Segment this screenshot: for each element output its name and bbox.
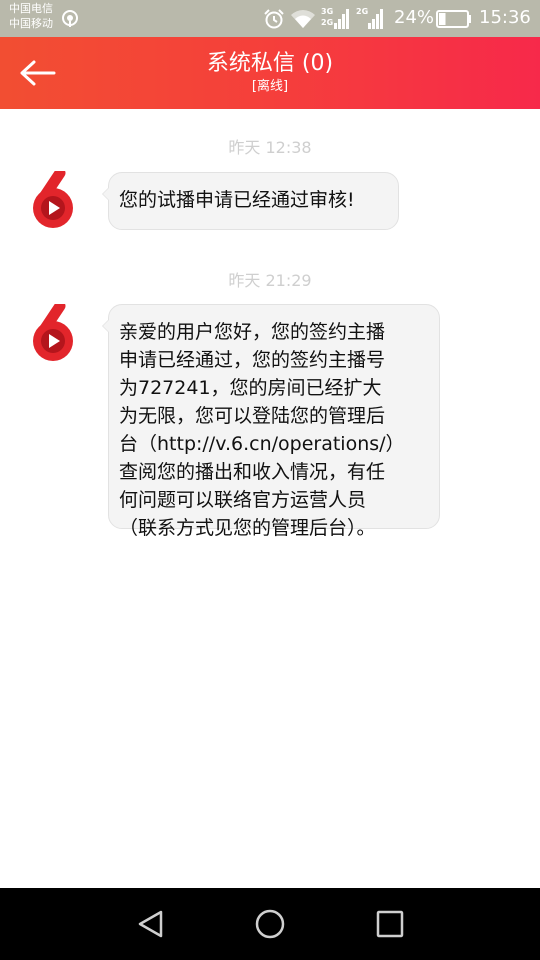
back-triangle-icon [138,910,163,938]
network-2g-label: 2G [321,18,334,27]
carrier-1: 中国电信 [9,2,53,15]
six-logo-icon [33,167,73,228]
message-timestamp: 昨天 12:38 [228,138,312,157]
sender-avatar[interactable] [30,167,76,229]
six-logo-icon [33,300,73,361]
nav-back-button[interactable] [134,906,174,942]
message-bubble[interactable]: 您的试播申请已经通过审核! [102,172,399,230]
signal-icon [368,9,383,29]
network-3g-label: 3G [321,7,334,16]
home-circle-icon [255,909,285,939]
battery-percent: 24% [394,7,435,28]
status-bar: 中国电信 中国移动 3G 2G 2G 24% 15:36 [0,0,540,37]
nav-recents-button[interactable] [370,906,410,942]
hotspot-icon [62,10,78,27]
message-timestamp: 昨天 21:29 [228,271,312,290]
app-header: 系统私信 (0) [离线] [0,37,540,109]
message-text: 您的试播申请已经通过审核! [119,189,355,211]
system-nav-bar [0,888,540,960]
carrier-2: 中国移动 [9,17,53,30]
signal-icon [334,9,349,29]
carrier-names: 中国电信 中国移动 [9,1,53,31]
header-titles: 系统私信 (0) [离线] [0,50,540,95]
message-bubble[interactable]: 亲爱的用户您好，您的签约主播 申请已经通过，您的签约主播号 为727241，您的… [102,304,440,539]
nav-home-button[interactable] [250,906,290,942]
page-title: 系统私信 (0) [206,51,334,76]
connection-status: [离线] [251,79,289,94]
sender-avatar[interactable] [30,300,76,362]
wifi-icon [291,10,315,28]
battery-fill [439,13,446,25]
recents-square-icon [376,910,404,938]
alarm-icon [264,9,284,29]
battery-icon [436,10,471,28]
message-text: 亲爱的用户您好，您的签约主播 申请已经通过，您的签约主播号 为727241，您的… [119,321,405,539]
clock: 15:36 [479,7,531,28]
network-2g-label: 2G [356,7,369,16]
message-list[interactable]: 昨天 12:38 您的试播申请已经通过审核! 昨天 21:29 亲爱的用户您好，… [0,109,540,888]
